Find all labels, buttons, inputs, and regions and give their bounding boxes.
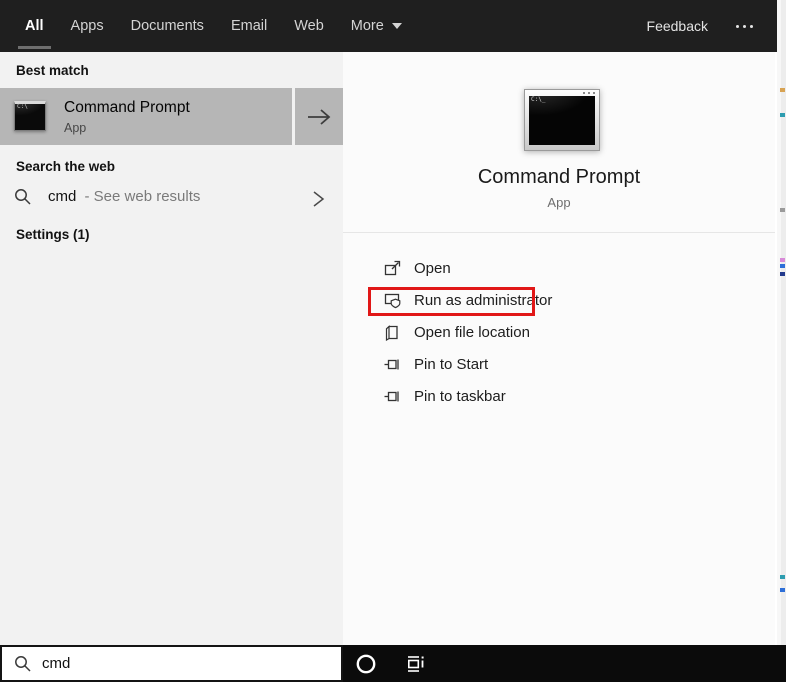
best-match-result-button[interactable]: Command Prompt App <box>0 88 292 145</box>
search-icon <box>15 655 31 672</box>
search-header-bar: All Apps Documents Email Web More Feedba… <box>0 0 779 52</box>
run-as-admin-shield-icon <box>384 293 401 308</box>
action-open-file-location[interactable]: Open file location <box>368 316 758 348</box>
windows-search-screen: All Apps Documents Email Web More Feedba… <box>0 0 786 682</box>
taskbar-search-input[interactable] <box>42 655 302 672</box>
task-view-icon <box>407 655 424 672</box>
right-arrow-icon <box>308 108 331 125</box>
best-match-subtitle: App <box>64 121 87 135</box>
app-type-label: App <box>547 195 571 210</box>
tab-email-label: Email <box>230 18 268 34</box>
command-prompt-screen-graphic <box>529 96 595 145</box>
details-divider <box>343 232 775 233</box>
tab-documents-label: Documents <box>130 18 204 34</box>
tab-apps[interactable]: Apps <box>71 0 104 52</box>
result-details-panel: Command Prompt App Open Run as administr… <box>343 52 775 645</box>
tab-documents[interactable]: Documents <box>131 0 204 52</box>
taskbar <box>0 645 786 682</box>
app-actions-list: Open Run as administrator Open file loca… <box>368 252 758 412</box>
chevron-right-icon <box>313 191 325 207</box>
action-open-label: Open <box>414 259 451 277</box>
action-pin-to-start-label: Pin to Start <box>414 355 489 373</box>
settings-section-label: Settings (1) <box>16 227 90 242</box>
background-window-strip <box>777 0 786 645</box>
cortana-button[interactable] <box>352 645 380 682</box>
search-web-section-label: Search the web <box>16 159 116 174</box>
more-options-ellipsis-icon[interactable] <box>736 24 753 28</box>
task-view-button[interactable] <box>402 645 430 682</box>
feedback-button[interactable]: Feedback <box>647 18 708 34</box>
action-run-as-administrator-label: Run as administrator <box>414 291 553 309</box>
background-speck <box>780 88 785 92</box>
web-search-query: cmd <box>48 188 77 205</box>
search-results-panel: Best match Command Prompt App Search the… <box>0 52 343 645</box>
tab-apps-label: Apps <box>70 18 104 34</box>
search-icon <box>15 189 31 205</box>
command-prompt-large-icon <box>524 89 600 151</box>
expand-result-button[interactable] <box>295 88 343 145</box>
tab-all[interactable]: All <box>18 0 50 52</box>
chevron-down-icon <box>391 23 402 29</box>
tab-all-label: All <box>25 18 44 34</box>
pin-icon <box>384 391 399 401</box>
tab-more[interactable]: More <box>351 0 402 52</box>
app-name: Command Prompt <box>477 166 641 188</box>
action-run-as-administrator[interactable]: Run as administrator <box>368 284 758 316</box>
command-prompt-icon <box>14 101 46 131</box>
background-speck <box>780 264 785 268</box>
web-search-result[interactable]: cmd - See web results <box>0 180 343 216</box>
best-match-title: Command Prompt <box>64 99 190 116</box>
web-search-text: cmd - See web results <box>48 188 200 205</box>
taskbar-search-box[interactable] <box>0 645 343 682</box>
background-window-page <box>777 0 781 645</box>
open-window-icon <box>384 260 401 275</box>
action-pin-to-start[interactable]: Pin to Start <box>368 348 758 380</box>
cortana-circle-icon <box>356 654 376 673</box>
best-match-result: Command Prompt App <box>0 88 343 145</box>
background-speck <box>780 208 785 212</box>
action-pin-to-taskbar-label: Pin to taskbar <box>414 387 506 405</box>
best-match-section-label: Best match <box>16 63 89 78</box>
action-open-file-location-label: Open file location <box>414 323 530 341</box>
background-speck <box>780 575 785 579</box>
action-pin-to-taskbar[interactable]: Pin to taskbar <box>368 380 758 412</box>
background-speck <box>780 588 785 592</box>
web-search-hint: - See web results <box>84 188 201 205</box>
tab-web-label: Web <box>294 18 324 34</box>
open-file-location-icon <box>385 324 398 341</box>
header-right-controls: Feedback <box>647 0 753 52</box>
background-speck <box>780 272 785 276</box>
background-speck <box>780 258 785 262</box>
tab-web[interactable]: Web <box>294 0 324 52</box>
action-open[interactable]: Open <box>368 252 758 284</box>
search-filter-tabs: All Apps Documents Email Web More <box>18 0 402 52</box>
background-speck <box>780 113 785 117</box>
tab-email[interactable]: Email <box>231 0 267 52</box>
tab-more-label: More <box>350 18 384 34</box>
pin-icon <box>384 359 399 369</box>
